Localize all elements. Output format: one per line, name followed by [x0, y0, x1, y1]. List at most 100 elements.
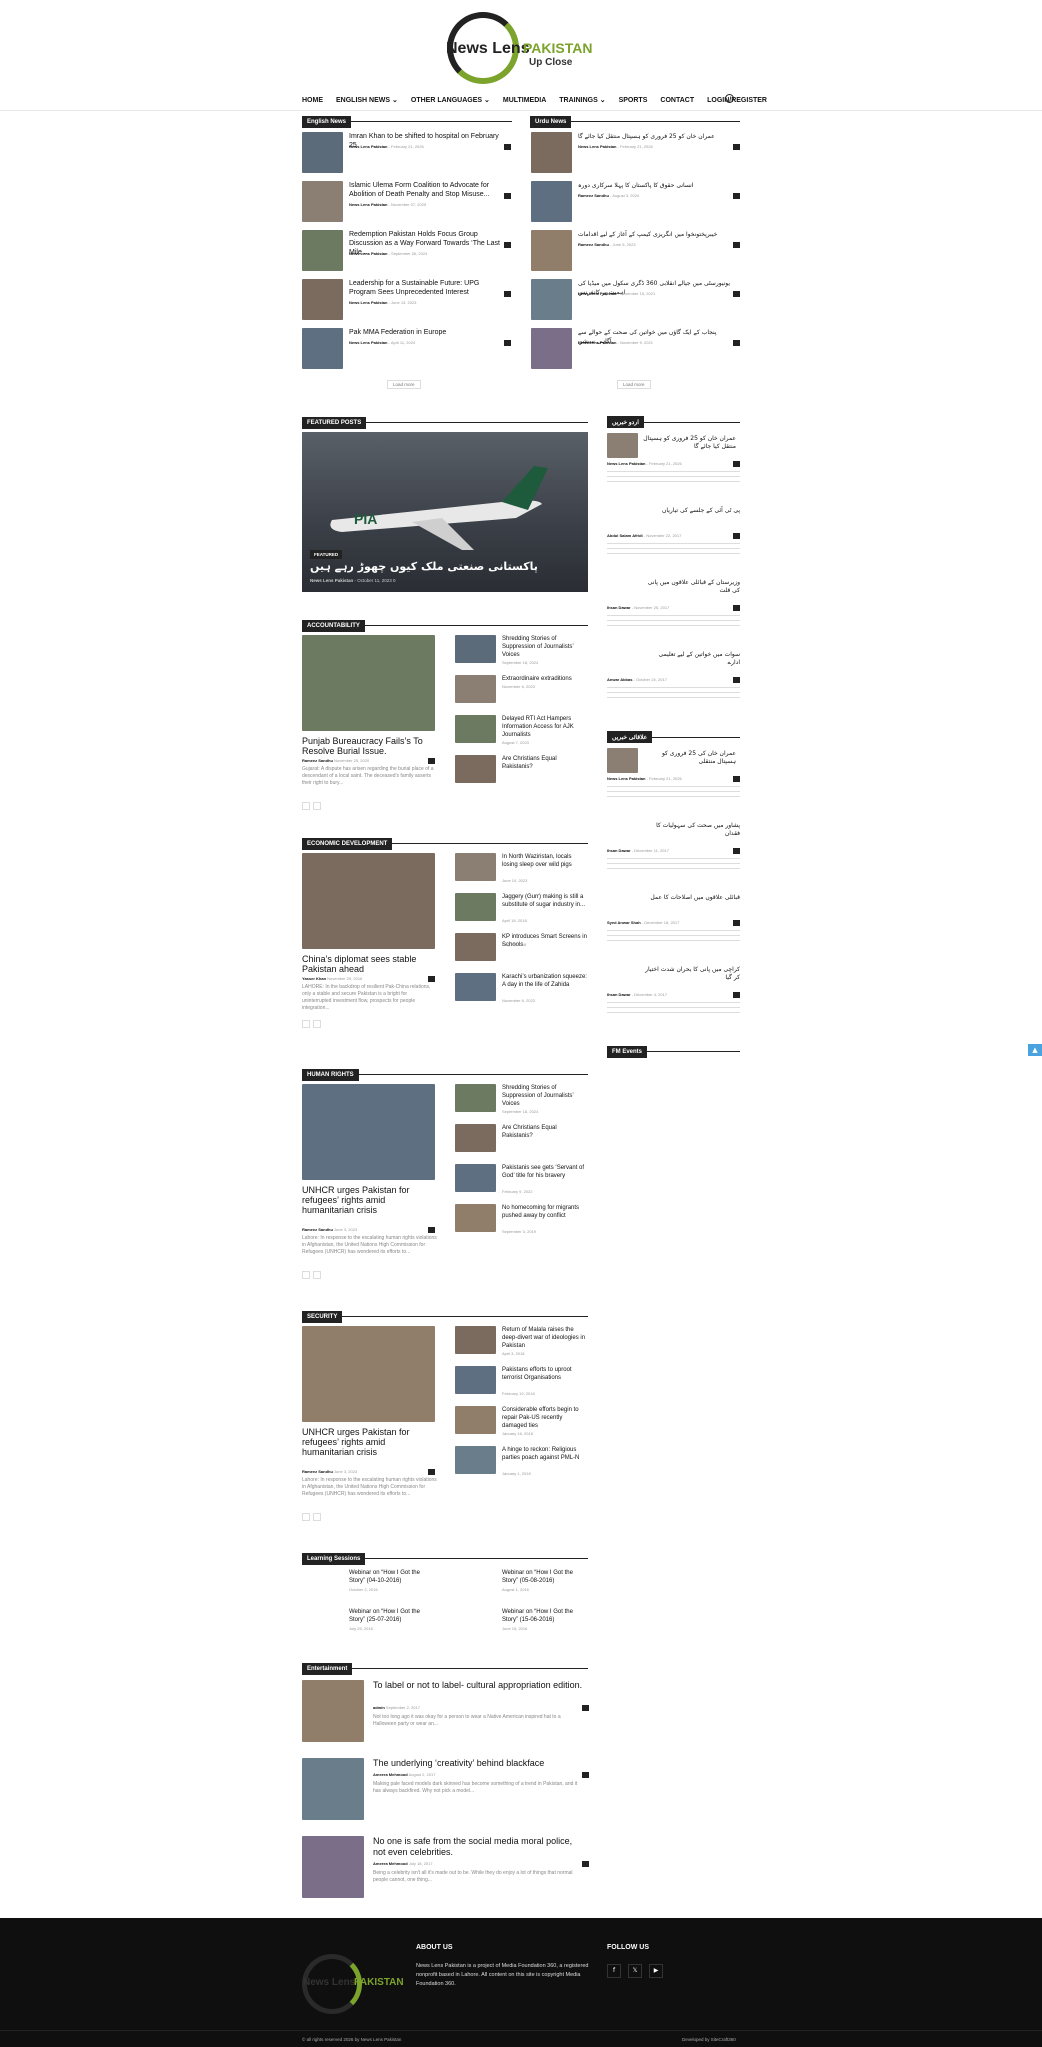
featured-image[interactable]: PIA FEATURED پاکستانی صنعتی ملک کیوں چھو…	[302, 432, 588, 592]
nav-trainings[interactable]: TRAININGS ⌄	[559, 96, 605, 104]
urdu-news-thumb[interactable]	[531, 181, 572, 222]
security-main-image[interactable]	[302, 1326, 435, 1422]
prev-page-button[interactable]	[302, 1271, 310, 1279]
regional_side-title[interactable]: عمران خان کی 25 فروری کو ہسپتال منتقلی	[643, 750, 736, 766]
nav-other-languages[interactable]: OTHER LANGUAGES ⌄	[411, 96, 490, 104]
economic-side-thumb[interactable]	[455, 893, 496, 921]
entertainment-thumb[interactable]	[302, 1680, 364, 1742]
security-side-thumb[interactable]	[455, 1366, 496, 1394]
urdu_side-title[interactable]: عمران خان کو 25 فروری کو ہسپتال منتقل کی…	[643, 435, 736, 451]
facebook-icon[interactable]: f	[607, 1964, 621, 1978]
english-news-title[interactable]: Leadership for a Sustainable Future: UPG…	[349, 279, 504, 297]
urdu_side-author: Ihsan Dawar	[607, 605, 631, 610]
learning-title[interactable]: Webinar on “How I Got the Story” (15-06-…	[502, 1608, 588, 1624]
entertainment-title[interactable]: No one is safe from the social media mor…	[373, 1836, 583, 1858]
prev-page-button[interactable]	[302, 802, 310, 810]
urdu-load-more-button[interactable]: Load more	[617, 380, 651, 389]
scroll-top-button[interactable]: ▲	[1028, 1044, 1042, 1056]
x-icon[interactable]: 𝕏	[628, 1964, 642, 1978]
economic-main-image[interactable]	[302, 853, 435, 949]
accountability-main-title[interactable]: Punjab Bureaucracy Fails’s To Resolve Bu…	[302, 736, 432, 756]
english-news-thumb[interactable]	[302, 328, 343, 369]
english-news-title[interactable]: Pak MMA Federation in Europe	[349, 328, 504, 337]
accountability-main-image[interactable]	[302, 635, 435, 731]
site-logo[interactable]: News Lens PAKISTAN Up Close	[443, 12, 603, 88]
nav-sports[interactable]: SPORTS	[619, 97, 648, 104]
human_rights-side-title[interactable]: Pakistanis see gets ‘Servant of God’ tit…	[502, 1164, 588, 1180]
regional_side-title[interactable]: پشاور میں صحت کی سہولیات کا فقدان	[645, 822, 740, 838]
learning-title[interactable]: Webinar on “How I Got the Story” (05-08-…	[502, 1569, 588, 1585]
urdu_side-title[interactable]: پی ٹی آئی کے جلسے کی تیاریاں	[645, 507, 740, 515]
accountability-side-thumb[interactable]	[455, 715, 496, 743]
entertainment-thumb[interactable]	[302, 1758, 364, 1820]
security-side-title[interactable]: Considerable efforts begin to repair Pak…	[502, 1406, 588, 1430]
nav-home[interactable]: HOME	[302, 97, 323, 104]
nav-login[interactable]: LOGIN/REGISTER	[707, 97, 767, 104]
urdu-news-title[interactable]: انسانی حقوق کا پاکستان کا پہلا سرکاری دو…	[578, 181, 733, 190]
entertainment-thumb[interactable]	[302, 1836, 364, 1898]
english-news-thumb[interactable]	[302, 132, 343, 173]
security-side-thumb[interactable]	[455, 1446, 496, 1474]
human_rights-side-title[interactable]: No homecoming for migrants pushed away b…	[502, 1204, 588, 1220]
entertainment-title[interactable]: The underlying ‘creativity’ behind black…	[373, 1758, 583, 1769]
human_rights-side-thumb[interactable]	[455, 1124, 496, 1152]
economic-main-title[interactable]: China’s diplomat sees stable Pakistan ah…	[302, 954, 432, 974]
security-main-title[interactable]: UNHCR urges Pakistan for refugees’ right…	[302, 1427, 432, 1457]
learning-title[interactable]: Webinar on “How I Got the Story” (25-07-…	[349, 1608, 435, 1624]
nav-english-news[interactable]: ENGLISH NEWS ⌄	[336, 96, 398, 104]
urdu_side-title[interactable]: سوات میں خواتین کے لیے تعلیمی ادارے	[645, 651, 740, 667]
economic-side-thumb[interactable]	[455, 853, 496, 881]
learning-title[interactable]: Webinar on “How I Got the Story” (04-10-…	[349, 1569, 435, 1585]
human_rights-side-thumb[interactable]	[455, 1204, 496, 1232]
nav-multimedia[interactable]: MULTIMEDIA	[503, 97, 546, 104]
next-page-button[interactable]	[313, 802, 321, 810]
security-side-title[interactable]: Pakistans efforts to uproot terrorist Or…	[502, 1366, 588, 1382]
urdu-news-thumb[interactable]	[531, 132, 572, 173]
regional_side-title[interactable]: قبائلی علاقوں میں اصلاحات کا عمل	[645, 894, 740, 902]
security-side-title[interactable]: A hinge to reckon: Religious parties poa…	[502, 1446, 588, 1462]
economic-side-title[interactable]: In North Waziristan, locals losing sleep…	[502, 853, 588, 869]
english-news-thumb[interactable]	[302, 230, 343, 271]
human_rights-side-thumb[interactable]	[455, 1164, 496, 1192]
urdu-news-thumb[interactable]	[531, 279, 572, 320]
human_rights-main-title[interactable]: UNHCR urges Pakistan for refugees’ right…	[302, 1185, 432, 1215]
youtube-icon[interactable]: ▶	[649, 1964, 663, 1978]
accountability-side-thumb[interactable]	[455, 755, 496, 783]
english-news-thumb[interactable]	[302, 279, 343, 320]
next-page-button[interactable]	[313, 1020, 321, 1028]
security-side-thumb[interactable]	[455, 1326, 496, 1354]
next-page-button[interactable]	[313, 1513, 321, 1521]
human_rights-side-title[interactable]: Shredding Stories of Suppression of Jour…	[502, 1084, 588, 1108]
accountability-side-title[interactable]: Shredding Stories of Suppression of Jour…	[502, 635, 588, 659]
nav-contact[interactable]: CONTACT	[660, 97, 694, 104]
prev-page-button[interactable]	[302, 1513, 310, 1521]
economic-side-title[interactable]: Jaggery (Gurr) making is still a substit…	[502, 893, 588, 909]
accountability-side-thumb[interactable]	[455, 675, 496, 703]
featured-headline[interactable]: پاکستانی صنعتی ملک کیوں چھوڑ رہے ہیں	[310, 560, 538, 573]
urdu-news-thumb[interactable]	[531, 230, 572, 271]
urdu-news-title[interactable]: عمران خان کو 25 فروری کو ہسپتال منتقل کی…	[578, 132, 733, 141]
human_rights-side-thumb[interactable]	[455, 1084, 496, 1112]
urdu_side-thumb[interactable]	[607, 433, 638, 458]
human_rights-main-image[interactable]	[302, 1084, 435, 1180]
search-icon[interactable]	[725, 94, 734, 103]
economic-side-thumb[interactable]	[455, 973, 496, 1001]
security-side-title[interactable]: Return of Malala raises the deep-divert …	[502, 1326, 588, 1350]
english-news-title[interactable]: Islamic Ulema Form Coalition to Advocate…	[349, 181, 504, 199]
urdu_side-title[interactable]: وزیرستان کے قبائلی علاقوں میں پانی کی قل…	[645, 579, 740, 595]
accountability-side-title[interactable]: Delayed RTI Act Hampers Information Acce…	[502, 715, 588, 739]
economic-side-thumb[interactable]	[455, 933, 496, 961]
urdu-news-thumb[interactable]	[531, 328, 572, 369]
entertainment-title[interactable]: To label or not to label- cultural appro…	[373, 1680, 583, 1691]
next-page-button[interactable]	[313, 1271, 321, 1279]
accountability-side-title[interactable]: Extraordinaire extraditions	[502, 675, 588, 683]
regional_side-thumb[interactable]	[607, 748, 638, 773]
english-load-more-button[interactable]: Load more	[387, 380, 421, 389]
security-side-thumb[interactable]	[455, 1406, 496, 1434]
regional_side-title[interactable]: کراچی میں پانی کا بحران شدت اختیار کر گی…	[645, 966, 740, 982]
economic-side-title[interactable]: Karachi’s urbanization squeeze: A day in…	[502, 973, 588, 989]
accountability-side-thumb[interactable]	[455, 635, 496, 663]
prev-page-button[interactable]	[302, 1020, 310, 1028]
english-news-thumb[interactable]	[302, 181, 343, 222]
urdu-news-title[interactable]: خیبرپختونخوا میں انگریزی کیمپ کے آغاز کے…	[578, 230, 733, 239]
